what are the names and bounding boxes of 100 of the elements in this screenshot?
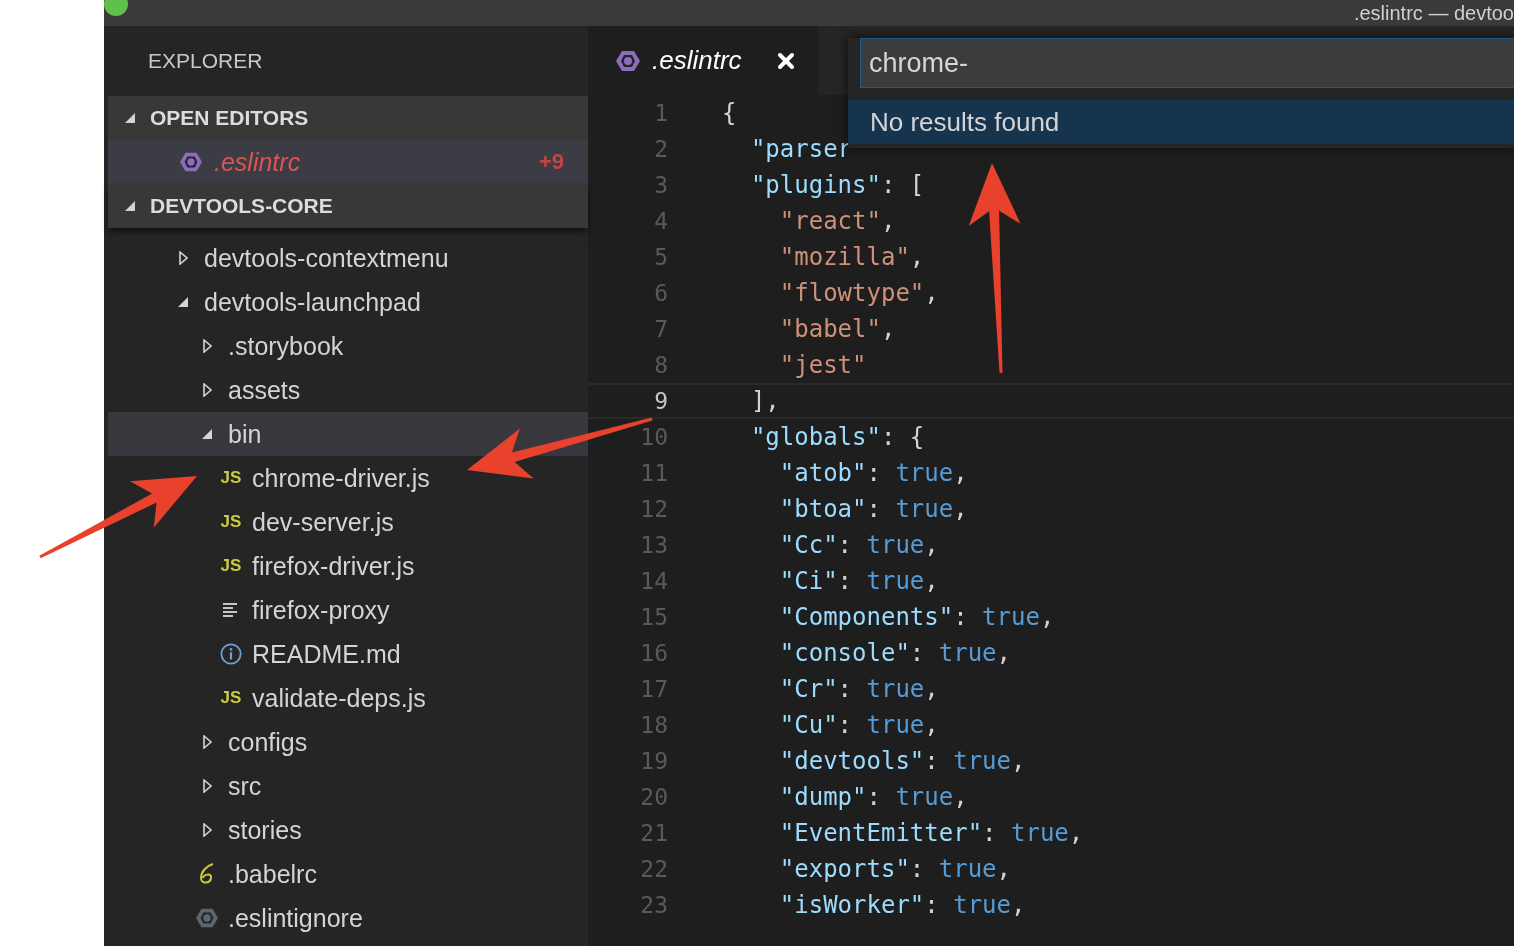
result-item[interactable]: No results found — [848, 100, 1514, 144]
line-number: 19 — [639, 748, 668, 774]
caret-down-icon[interactable] — [124, 112, 136, 124]
code-line: "mozilla", — [778, 243, 925, 271]
code-line: ], — [749, 387, 780, 415]
caret-down-icon[interactable] — [177, 296, 189, 308]
js-file-icon: JS — [220, 512, 242, 532]
js-file-icon: JS — [220, 556, 242, 576]
line-number: 14 — [639, 568, 668, 594]
code-line: "Cr": true, — [778, 675, 939, 703]
line-number: 6 — [653, 280, 668, 306]
line-number: 18 — [639, 712, 668, 738]
code-line: { — [722, 99, 737, 127]
caret-right-icon[interactable] — [202, 779, 212, 793]
code-line: "devtools": true, — [778, 747, 1026, 775]
caret-right-icon[interactable] — [202, 339, 212, 353]
file-row[interactable]: firefox-proxy — [108, 588, 588, 632]
line-number: 10 — [639, 424, 668, 450]
code-line: "react", — [778, 207, 896, 235]
search-field[interactable]: chrome- — [860, 38, 1514, 88]
folder-name: stories — [228, 815, 302, 845]
info-icon — [220, 642, 242, 666]
line-number: 9 — [653, 388, 668, 414]
file-row[interactable]: JS validate-deps.js — [108, 676, 588, 720]
caret-right-icon[interactable] — [202, 383, 212, 397]
code-line: "exports": true, — [778, 855, 1011, 883]
code-line: "jest" — [778, 351, 867, 379]
file-row[interactable]: JS firefox-driver.js — [108, 544, 588, 588]
code-line: "Ci": true, — [778, 567, 939, 595]
caret-right-icon[interactable] — [178, 251, 188, 265]
file-name: .babelrc — [228, 859, 317, 889]
folder-row[interactable]: bin — [108, 412, 588, 456]
problem-count: +9 — [538, 149, 564, 175]
folder-name: assets — [228, 375, 301, 405]
file-row[interactable]: .babelrc — [108, 852, 588, 896]
window-title: .eslintrc — devtoo — [1353, 1, 1514, 25]
file-row[interactable]: README.md — [108, 632, 588, 676]
folder-row[interactable]: devtools-contextmenu — [108, 236, 588, 280]
caret-down-icon[interactable] — [201, 428, 213, 440]
lines-icon — [223, 602, 239, 618]
folder-name: devtools-launchpad — [204, 287, 421, 317]
file-name: validate-deps.js — [252, 683, 426, 713]
js-file-icon: JS — [220, 468, 242, 488]
hexagon-icon — [180, 150, 202, 174]
folder-name: devtools-contextmenu — [204, 243, 449, 273]
line-number: 8 — [653, 352, 668, 378]
folder-row[interactable]: assets — [108, 368, 588, 412]
code-line: "atob": true, — [778, 459, 968, 487]
code-line: "btoa": true, — [778, 495, 968, 523]
line-number: 11 — [639, 460, 668, 486]
line-number: 21 — [639, 820, 668, 846]
file-name: .eslintrc — [214, 147, 302, 177]
file-name: firefox-proxy — [252, 595, 390, 625]
js-file-icon: JS — [220, 688, 242, 708]
file-row[interactable]: JS chrome-driver.js — [108, 456, 588, 500]
line-number: 12 — [639, 496, 668, 522]
code-line: "globals": { — [749, 423, 925, 451]
line-number: 16 — [639, 640, 668, 666]
folder-name: configs — [228, 727, 308, 757]
file-name: README.md — [252, 639, 401, 669]
explorer-title: EXPLORER — [148, 49, 263, 73]
line-number: 15 — [639, 604, 668, 630]
line-number: 20 — [639, 784, 668, 810]
caret-right-icon[interactable] — [202, 823, 212, 837]
line-number: 3 — [653, 172, 668, 198]
line-number: 17 — [639, 676, 668, 702]
hexagon-icon — [616, 48, 640, 73]
line-number: 22 — [639, 856, 668, 882]
line-number: 5 — [653, 244, 668, 270]
file-row[interactable]: .eslintignore — [108, 896, 588, 940]
folder-name: bin — [228, 419, 262, 449]
line-number: 7 — [653, 316, 668, 342]
section-header[interactable]: DEVTOOLS-CORE — [108, 184, 588, 228]
code-line: "plugins": [ — [749, 171, 925, 199]
folder-name: src — [228, 771, 262, 801]
file-name: .eslintignore — [228, 903, 363, 933]
line-number: 23 — [639, 892, 668, 918]
code-line: "console": true, — [778, 639, 1011, 667]
line-number: 13 — [639, 532, 668, 558]
folder-name: .storybook — [228, 331, 344, 361]
folder-row[interactable]: .storybook — [108, 324, 588, 368]
editor-tab[interactable]: .eslintrc — [588, 26, 818, 95]
code-line: "EventEmitter": true, — [778, 819, 1084, 847]
line-number: 4 — [653, 208, 668, 234]
code-line: "Components": true, — [778, 603, 1055, 631]
file-name: firefox-driver.js — [252, 551, 415, 581]
line-number: 1 — [653, 100, 668, 126]
caret-right-icon[interactable] — [202, 735, 212, 749]
folder-row[interactable]: src — [108, 764, 588, 808]
code-line: "flowtype", — [778, 279, 939, 307]
code-line: "dump": true, — [778, 783, 968, 811]
folder-row[interactable]: configs — [108, 720, 588, 764]
hexagon-icon — [196, 906, 218, 930]
folder-row[interactable]: stories — [108, 808, 588, 852]
file-row[interactable]: JS dev-server.js — [108, 500, 588, 544]
caret-down-icon[interactable] — [124, 200, 136, 212]
squiggle-icon — [198, 862, 216, 886]
code-line: "Cu": true, — [778, 711, 939, 739]
folder-row[interactable]: devtools-launchpad — [108, 280, 588, 324]
section-header[interactable]: OPEN EDITORS — [108, 96, 588, 140]
